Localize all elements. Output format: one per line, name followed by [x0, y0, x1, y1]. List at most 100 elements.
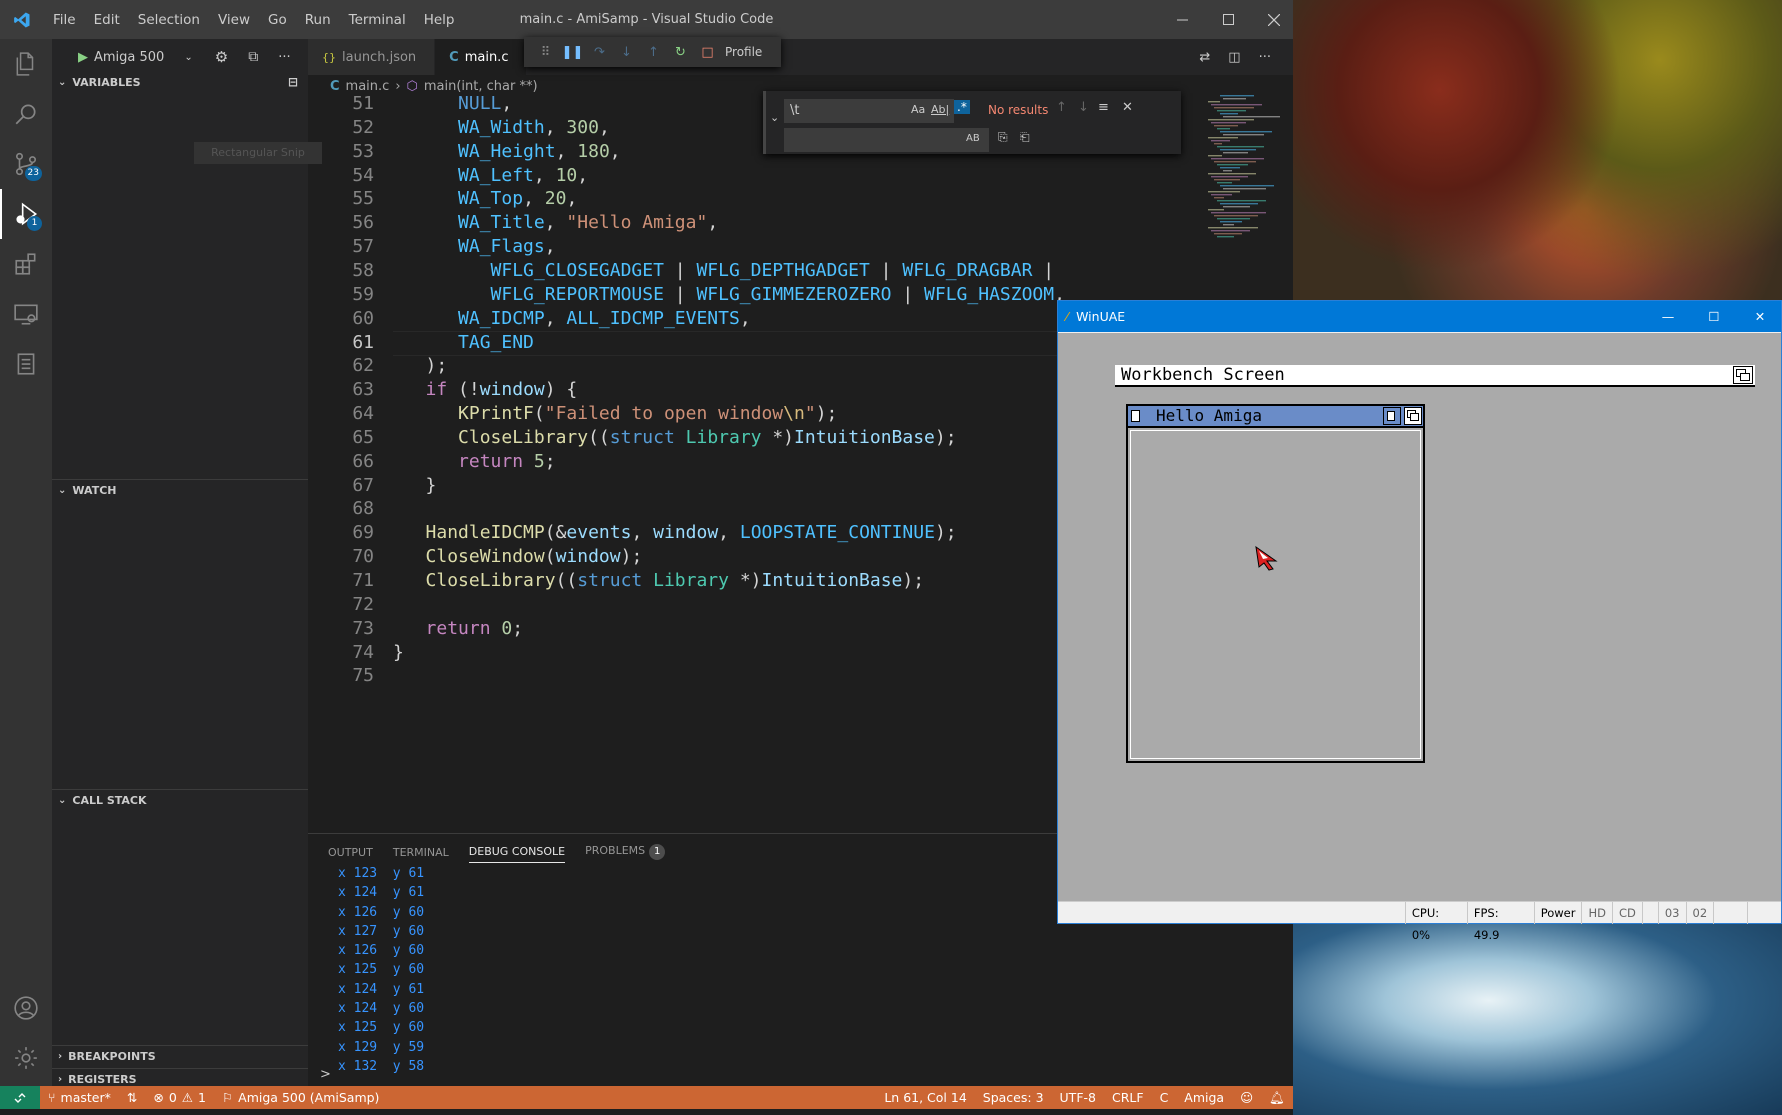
- regex-toggle[interactable]: .*: [954, 100, 970, 114]
- tab-problems[interactable]: PROBLEMS 1: [585, 844, 666, 860]
- line-number[interactable]: 65: [308, 427, 374, 448]
- code-line[interactable]: WFLG_REPORTMOUSE | WFLG_GIMMEZEROZERO | …: [393, 284, 1065, 305]
- line-number[interactable]: 68: [308, 498, 374, 519]
- cursor-position[interactable]: Ln 61, Col 14: [876, 1090, 974, 1105]
- line-number[interactable]: 67: [308, 475, 374, 496]
- line-number[interactable]: 52: [308, 117, 374, 138]
- breadcrumb-file[interactable]: main.c: [346, 79, 390, 94]
- tab-terminal[interactable]: TERMINAL: [393, 846, 449, 859]
- code-line[interactable]: KPrintF("Failed to open window\n");: [393, 403, 837, 424]
- code-line[interactable]: if (!window) {: [393, 379, 578, 400]
- menu-edit[interactable]: Edit: [85, 12, 129, 28]
- depth-gadget-icon[interactable]: [1404, 407, 1422, 425]
- pause-icon[interactable]: ❚❚: [559, 37, 586, 67]
- menu-go[interactable]: Go: [259, 12, 296, 28]
- replace-all-icon[interactable]: ⎗: [1020, 130, 1030, 145]
- menu-view[interactable]: View: [209, 12, 259, 28]
- tab-main-c[interactable]: C main.c: [435, 39, 528, 75]
- branch-indicator[interactable]: ⑂ master*: [40, 1090, 119, 1105]
- winuae-title-bar[interactable]: ⁄ WinUAE — ☐ ✕: [1058, 301, 1781, 332]
- line-number[interactable]: 55: [308, 188, 374, 209]
- document-icon[interactable]: [0, 339, 52, 389]
- tab-launch-json[interactable]: {} launch.json: [308, 39, 436, 75]
- code-line[interactable]: TAG_END: [393, 332, 534, 353]
- more-actions-icon[interactable]: ···: [278, 50, 290, 65]
- code-line[interactable]: WA_Left, 10,: [393, 165, 588, 186]
- hello-window-titlebar[interactable]: Hello Amiga: [1128, 406, 1423, 428]
- line-number[interactable]: 57: [308, 236, 374, 257]
- menu-run[interactable]: Run: [296, 12, 340, 28]
- line-number[interactable]: 59: [308, 284, 374, 305]
- indentation[interactable]: Spaces: 3: [975, 1090, 1052, 1105]
- encoding[interactable]: UTF-8: [1052, 1090, 1104, 1105]
- amiga-screen[interactable]: Workbench Screen Hello Amiga: [1058, 333, 1781, 901]
- line-number[interactable]: 75: [308, 665, 374, 686]
- maximize-button[interactable]: ☐: [1691, 301, 1737, 332]
- step-into-icon[interactable]: ↓: [613, 37, 640, 67]
- line-number[interactable]: 72: [308, 594, 374, 615]
- remote-explorer-icon[interactable]: [0, 289, 52, 339]
- debug-console-icon[interactable]: ⧉: [248, 49, 258, 65]
- code-line[interactable]: WA_Title, "Hello Amiga",: [393, 212, 718, 233]
- code-line[interactable]: WA_Width, 300,: [393, 117, 610, 138]
- step-over-icon[interactable]: ↷: [586, 37, 613, 67]
- preserve-case-toggle[interactable]: AB: [966, 133, 980, 144]
- target-platform[interactable]: Amiga: [1176, 1090, 1232, 1105]
- code-line[interactable]: WA_IDCMP, ALL_IDCMP_EVENTS,: [393, 308, 751, 329]
- line-number[interactable]: 56: [308, 212, 374, 233]
- call-stack-section-header[interactable]: ⌄ CALL STACK: [52, 789, 308, 811]
- stop-icon[interactable]: □: [694, 37, 721, 67]
- start-debug-icon[interactable]: ▶: [78, 50, 88, 65]
- replace-icon[interactable]: ⎘: [998, 130, 1008, 145]
- breakpoints-section-header[interactable]: › BREAKPOINTS: [52, 1045, 308, 1067]
- line-number[interactable]: 53: [308, 141, 374, 162]
- split-editor-icon[interactable]: ◫: [1228, 50, 1240, 65]
- line-number[interactable]: 63: [308, 379, 374, 400]
- find-input[interactable]: \t: [784, 99, 954, 123]
- line-number[interactable]: 74: [308, 642, 374, 663]
- debug-config-select[interactable]: ▶ Amiga 500 ⌄: [78, 50, 207, 65]
- line-endings[interactable]: CRLF: [1104, 1090, 1152, 1105]
- language-mode[interactable]: C: [1152, 1090, 1177, 1105]
- explorer-icon[interactable]: [0, 39, 52, 89]
- line-number[interactable]: 61: [308, 332, 374, 353]
- gear-icon[interactable]: [0, 1033, 52, 1083]
- code-line[interactable]: WA_Flags,: [393, 236, 556, 257]
- replace-input[interactable]: [784, 128, 989, 152]
- line-number[interactable]: 73: [308, 618, 374, 639]
- close-icon[interactable]: ✕: [1122, 100, 1133, 115]
- more-actions-icon[interactable]: ···: [1259, 50, 1271, 65]
- code-line[interactable]: NULL,: [393, 93, 512, 114]
- close-gadget-icon[interactable]: [1131, 410, 1140, 422]
- match-case-toggle[interactable]: Aa: [911, 103, 925, 116]
- line-number[interactable]: 58: [308, 260, 374, 281]
- variables-section-header[interactable]: ⌄ VARIABLES ⊟: [52, 71, 308, 93]
- whole-word-toggle[interactable]: Ab|: [931, 103, 949, 116]
- toggle-replace-icon[interactable]: ⌄: [770, 111, 779, 124]
- gear-icon[interactable]: ⚙: [215, 48, 228, 66]
- code-line[interactable]: return 0;: [393, 618, 524, 639]
- minimize-button[interactable]: [1159, 0, 1205, 39]
- code-line[interactable]: WFLG_CLOSEGADGET | WFLG_DEPTHGADGET | WF…: [393, 260, 1055, 281]
- line-number[interactable]: 62: [308, 355, 374, 376]
- code-line[interactable]: CloseLibrary((struct Library *)Intuition…: [393, 570, 925, 591]
- code-line[interactable]: }: [393, 642, 404, 663]
- find-in-selection-icon[interactable]: ≡: [1098, 100, 1109, 115]
- line-number[interactable]: 51: [308, 93, 374, 114]
- line-number[interactable]: 69: [308, 522, 374, 543]
- profile-button[interactable]: Profile: [725, 45, 762, 59]
- code-line[interactable]: WA_Height, 180,: [393, 141, 621, 162]
- run-debug-icon[interactable]: 1: [0, 189, 52, 239]
- problems-indicator[interactable]: ⊗ 0 ⚠ 1: [145, 1090, 214, 1105]
- screen-depth-gadget-icon[interactable]: [1733, 366, 1753, 384]
- watch-section-header[interactable]: ⌄ WATCH: [52, 479, 308, 501]
- line-number[interactable]: 71: [308, 570, 374, 591]
- code-line[interactable]: );: [393, 355, 448, 376]
- collapse-all-icon[interactable]: ⊟: [288, 75, 298, 89]
- menu-file[interactable]: File: [44, 12, 85, 28]
- tab-output[interactable]: OUTPUT: [328, 846, 373, 859]
- line-number[interactable]: 54: [308, 165, 374, 186]
- next-match-icon[interactable]: ↓: [1078, 100, 1089, 115]
- zoom-gadget-icon[interactable]: [1383, 407, 1401, 425]
- code-line[interactable]: return 5;: [393, 451, 556, 472]
